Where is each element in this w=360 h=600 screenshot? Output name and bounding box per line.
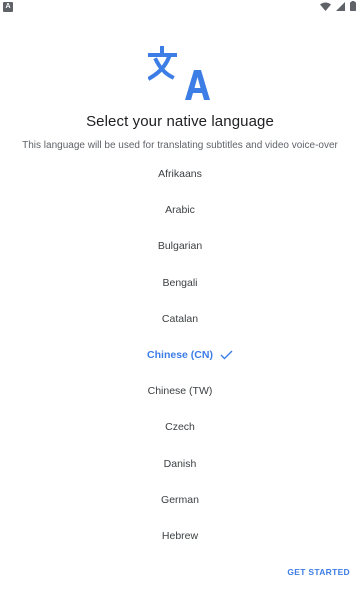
language-select-screen: A Select your native language This langu… bbox=[0, 0, 360, 600]
language-item[interactable]: Bengali bbox=[0, 265, 360, 301]
page-subtitle: This language will be used for translati… bbox=[22, 140, 338, 151]
language-item[interactable]: Catalan bbox=[0, 301, 360, 337]
signal-icon bbox=[336, 1, 345, 11]
page-title: Select your native language bbox=[86, 113, 274, 130]
language-label: Catalan bbox=[161, 312, 199, 325]
language-label: Danish bbox=[163, 457, 197, 470]
language-label: Chinese (TW) bbox=[147, 385, 213, 398]
language-label: German bbox=[161, 493, 199, 506]
get-started-button[interactable]: GET STARTED bbox=[287, 567, 350, 577]
check-icon bbox=[220, 350, 233, 360]
app-notification-icon: A bbox=[3, 2, 13, 12]
wifi-icon bbox=[320, 2, 331, 11]
status-icons bbox=[320, 1, 356, 11]
language-label: Hebrew bbox=[161, 529, 199, 542]
translate-icon bbox=[147, 44, 212, 100]
language-label: Bulgarian bbox=[157, 240, 203, 253]
language-item[interactable]: Afrikaans bbox=[0, 156, 360, 192]
language-item[interactable]: Czech bbox=[0, 409, 360, 445]
language-label: Czech bbox=[165, 421, 195, 434]
language-item[interactable]: Hebrew bbox=[0, 518, 360, 554]
language-item[interactable]: Chinese (CN) bbox=[0, 337, 360, 373]
language-item[interactable]: German bbox=[0, 482, 360, 518]
language-label: Arabic bbox=[165, 204, 195, 217]
language-item[interactable]: Danish bbox=[0, 446, 360, 482]
language-item[interactable]: Chinese (TW) bbox=[0, 373, 360, 409]
status-bar: A bbox=[0, 0, 360, 14]
language-item[interactable]: Arabic bbox=[0, 192, 360, 228]
language-label: Bengali bbox=[162, 276, 198, 289]
language-list: Afrikaans Arabic Bulgarian Bengali Catalan Ch… bbox=[0, 156, 360, 554]
language-item[interactable]: Bulgarian bbox=[0, 228, 360, 264]
language-label: Afrikaans bbox=[158, 168, 202, 181]
battery-icon bbox=[350, 1, 356, 11]
language-label: Chinese (CN) bbox=[147, 349, 233, 361]
